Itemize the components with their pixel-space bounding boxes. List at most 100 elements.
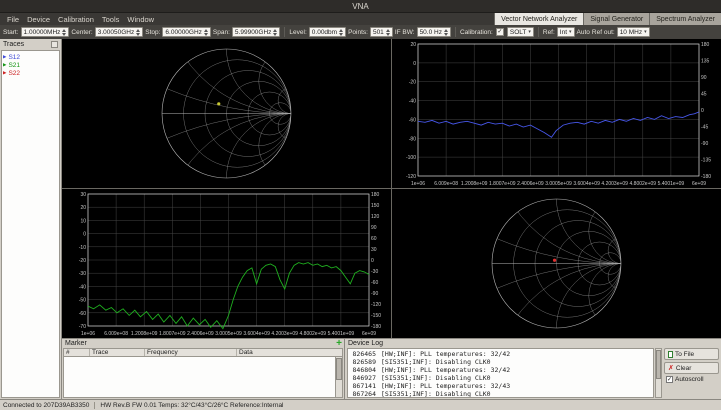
stop-frequency-input[interactable]: 6.00000GHz [162, 27, 211, 37]
menu-window[interactable]: Window [123, 15, 158, 24]
svg-text:1.8007e+09: 1.8007e+09 [489, 181, 516, 187]
trace-list: ▶ S12 ▶ S21 ▶ S22 [1, 50, 60, 398]
trace-item-s22[interactable]: ▶ S22 [3, 69, 58, 77]
trace-item-s21[interactable]: ▶ S21 [3, 61, 58, 69]
menu-tools[interactable]: Tools [98, 15, 124, 24]
log-message: [HW;INF]: PLL temperatures: 32/43 [381, 382, 511, 390]
tab-spectrum-analyzer[interactable]: Spectrum Analyzer [649, 13, 721, 25]
span-label: Span: [212, 28, 230, 36]
svg-text:-30: -30 [79, 271, 86, 277]
svg-text:90: 90 [701, 75, 707, 81]
scrollbar-thumb[interactable] [656, 350, 661, 379]
svg-text:-40: -40 [79, 284, 86, 290]
expand-arrow-icon[interactable]: ▶ [3, 62, 6, 68]
device-log-scrollbar[interactable] [655, 348, 662, 398]
clear-button[interactable]: ✗ Clear [664, 362, 719, 374]
level-input[interactable]: 0.00dbm [308, 27, 347, 37]
spinner-buttons-icon[interactable] [339, 28, 344, 36]
column-trace: Trace [90, 349, 145, 356]
svg-text:-120: -120 [406, 174, 416, 180]
svg-text:4.8002e+09: 4.8002e+09 [300, 331, 327, 337]
traces-sidebar: Traces ▶ S12 ▶ S21 ▶ S22 [0, 39, 62, 399]
spinner-buttons-icon[interactable] [273, 28, 278, 36]
svg-text:30: 30 [371, 247, 377, 253]
center-frequency-value: 3.00050GHz [97, 28, 135, 36]
menu-device[interactable]: Device [23, 15, 54, 24]
points-value: 501 [372, 28, 384, 36]
spinner-buttons-icon[interactable] [62, 28, 67, 36]
expand-arrow-icon[interactable]: ▶ [3, 70, 6, 76]
svg-text:3.0005e+09: 3.0005e+09 [215, 331, 242, 337]
toolbar-separator [454, 27, 456, 37]
span-frequency-input[interactable]: 5.99900GHz [231, 27, 281, 37]
svg-text:-70: -70 [79, 324, 86, 330]
traces-header: Traces [0, 39, 61, 50]
svg-text:2.4006e+09: 2.4006e+09 [187, 331, 214, 337]
calibration-type-select[interactable]: SOLT ▾ [506, 27, 534, 37]
svg-text:20: 20 [80, 205, 86, 211]
svg-text:-20: -20 [409, 80, 416, 86]
menu-calibration[interactable]: Calibration [54, 15, 98, 24]
calibration-checkbox[interactable]: ✓ [495, 28, 504, 36]
svg-text:-10: -10 [79, 245, 86, 251]
spinner-buttons-icon[interactable] [385, 28, 390, 36]
chevron-down-icon: ▾ [528, 29, 531, 35]
spinner-buttons-icon[interactable] [203, 28, 208, 36]
svg-text:-100: -100 [406, 155, 416, 161]
start-frequency-input[interactable]: 1.00000MHz [20, 27, 70, 37]
svg-text:3.6004e+09: 3.6004e+09 [573, 181, 600, 187]
trace-item-s12[interactable]: ▶ S12 [3, 53, 58, 61]
log-timestamp: 867141 [352, 382, 376, 390]
title-bar[interactable]: VNA [0, 0, 721, 13]
refout-select[interactable]: 10 MHz ▾ [616, 27, 650, 37]
autoscroll-checkbox[interactable]: ✓ Autoscroll [664, 376, 719, 383]
device-log-list[interactable]: 826465 [HW;INF]: PLL temperatures: 32/42 … [347, 348, 654, 398]
svg-text:-45: -45 [701, 125, 708, 131]
scrollbar-thumb[interactable] [336, 358, 342, 380]
to-file-button[interactable]: To File [664, 348, 719, 360]
svg-text:180: 180 [371, 192, 380, 198]
checkbox-icon: ✓ [666, 376, 673, 383]
auto-label[interactable]: Auto [577, 29, 590, 36]
expand-arrow-icon[interactable]: ▶ [3, 54, 6, 60]
center-frequency-input[interactable]: 3.00050GHz [94, 27, 144, 37]
main-area: Traces ▶ S12 ▶ S21 ▶ S22 1e+06 6.009e+08… [0, 39, 721, 399]
tab-vector-network-analyzer[interactable]: Vector Network Analyzer [494, 13, 584, 25]
menu-file[interactable]: File [3, 15, 23, 24]
status-separator [94, 401, 96, 409]
svg-text:3.6004e+09: 3.6004e+09 [243, 331, 270, 337]
device-log-content: 826465 [HW;INF]: PLL temperatures: 32/42 … [345, 348, 721, 399]
traces-panel-icon[interactable] [51, 41, 58, 48]
svg-text:-20: -20 [79, 258, 86, 264]
log-message: [SI5351;INF]: Disabling CLK0 [381, 390, 491, 398]
vna-application-window: VNA File Device Calibration Tools Window… [0, 0, 721, 410]
calibration-label: Calibration: [459, 28, 493, 36]
svg-text:-90: -90 [701, 141, 708, 147]
svg-text:-60: -60 [79, 311, 86, 317]
marker-table-body[interactable] [63, 357, 336, 398]
svg-text:20: 20 [410, 42, 416, 48]
spinner-buttons-icon[interactable] [443, 28, 448, 36]
svg-text:-135: -135 [701, 158, 711, 164]
log-message: [SI5351;INF]: Disabling CLK0 [381, 374, 491, 382]
svg-text:-90: -90 [371, 291, 378, 297]
xy-plot-s12[interactable]: 1e+06 6.009e+08 1.2008e+09 1.8007e+09 2.4006… [392, 39, 721, 188]
spinner-buttons-icon[interactable] [136, 28, 141, 36]
tab-signal-generator[interactable]: Signal Generator [583, 13, 650, 25]
ifbw-value: 50.0 Hz [419, 28, 442, 36]
device-log-header: Device Log [345, 339, 721, 348]
smith-chart-s11[interactable] [62, 39, 391, 188]
svg-text:150: 150 [371, 203, 380, 209]
svg-text:1e+06: 1e+06 [411, 181, 425, 187]
reference-select[interactable]: Int ▾ [556, 27, 575, 37]
smith-chart-s22[interactable] [392, 189, 721, 338]
svg-text:-60: -60 [371, 280, 378, 286]
status-bar: Connected to 207D39AB3350 HW Rev.B FW 0.… [0, 399, 721, 410]
connection-status: Connected to 207D39AB3350 [3, 401, 90, 409]
points-input[interactable]: 501 [369, 27, 393, 37]
ifbw-input[interactable]: 50.0 Hz [416, 27, 451, 37]
svg-text:120: 120 [371, 214, 380, 220]
marker-scrollbar[interactable] [336, 357, 343, 398]
add-marker-button[interactable]: + [336, 338, 342, 349]
xy-plot-s21[interactable]: 1e+06 6.009e+08 1.2008e+09 1.8007e+09 2.4006… [62, 189, 391, 338]
